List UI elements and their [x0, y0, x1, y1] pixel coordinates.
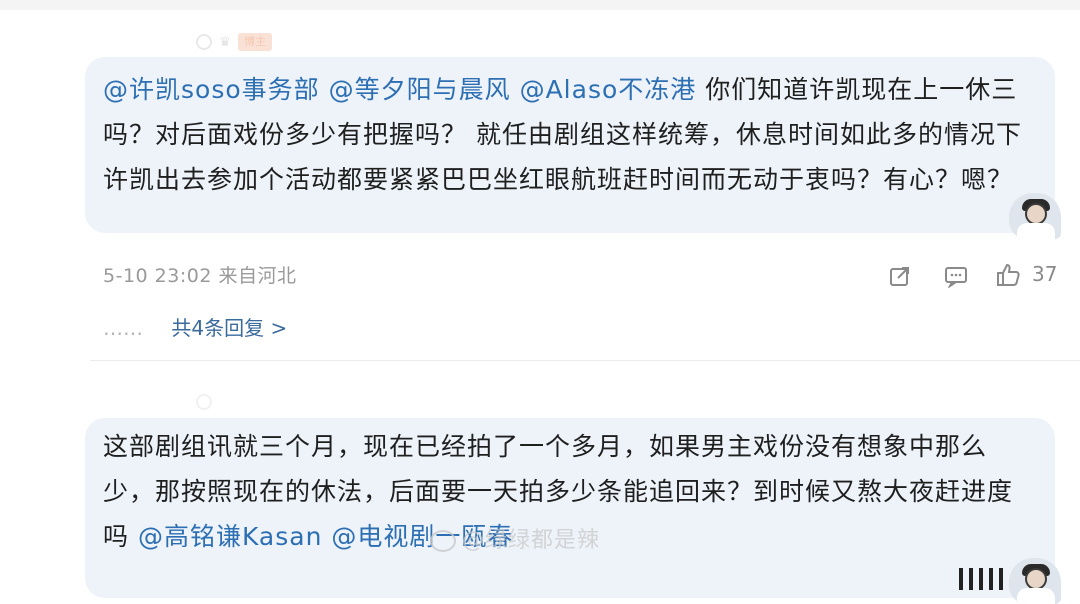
top-band: [0, 0, 1080, 10]
replies-row[interactable]: …… 共4条回复 >: [103, 312, 287, 341]
watermark: @绿绿都是辣: [430, 522, 600, 554]
like-icon[interactable]: [995, 262, 1021, 288]
mention-link[interactable]: @等夕阳与晨风: [329, 75, 511, 104]
avatar-small: [196, 34, 212, 50]
replies-link[interactable]: 共4条回复 >: [171, 316, 287, 340]
mention-link[interactable]: @Alaso不冻港: [520, 75, 697, 104]
sticker-bars: [959, 568, 1003, 590]
weibo-logo-icon: [430, 530, 456, 552]
divider: [90, 360, 1080, 361]
like-count: 37: [1032, 262, 1058, 286]
replies-dots: ……: [103, 316, 143, 340]
share-icon[interactable]: [888, 264, 912, 288]
comment-bubble: 这部剧组讯就三个月，现在已经拍了一个多月，如果男主戏份没有想象中那么少，那按照现…: [85, 418, 1061, 604]
user-row: [196, 390, 212, 414]
user-sticker: [1009, 558, 1061, 604]
comment-icon[interactable]: [944, 264, 968, 288]
mention-link[interactable]: @许凯soso事务部: [103, 75, 320, 104]
mention-link[interactable]: @高铭谦Kasan: [138, 522, 322, 551]
comment-meta: 5-10 23:02 来自河北: [103, 261, 296, 288]
location: 来自河北: [218, 265, 297, 287]
user-sticker: [1009, 193, 1061, 239]
user-row: ♛ 博主: [196, 30, 272, 54]
owner-badge: 博主: [238, 33, 272, 51]
timestamp: 5-10 23:02: [103, 265, 212, 287]
avatar-small: [196, 394, 212, 410]
crown-icon: ♛: [219, 34, 231, 50]
comment-bubble: @许凯soso事务部 @等夕阳与晨风 @Alaso不冻港 你们知道许凯现在上一休…: [85, 57, 1061, 239]
